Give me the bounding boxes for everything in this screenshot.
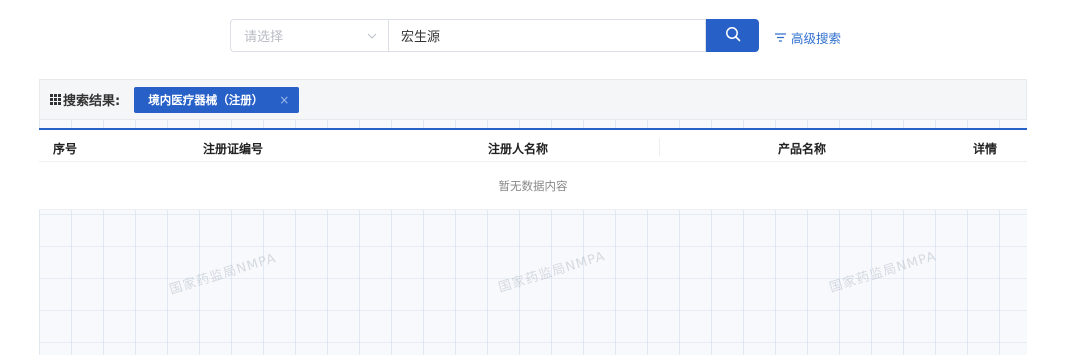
- results-table: 序号 注册证编号 注册人名称 产品名称 详情 暂无数据内容: [39, 128, 1027, 210]
- column-header-registrant: 注册人名称: [488, 142, 549, 156]
- page: 国家药监局NMPA 国家药监局NMPA 国家药监局NMPA 请选择 高级搜索 搜…: [0, 0, 1080, 355]
- search-icon: [725, 26, 741, 45]
- grid-icon: [50, 94, 61, 105]
- column-divider: [659, 138, 660, 156]
- watermark-1: 国家药监局NMPA: [167, 251, 279, 298]
- result-label: 搜索结果:: [63, 94, 121, 109]
- column-header-detail: 详情: [973, 142, 998, 156]
- chevron-down-icon: [366, 30, 378, 42]
- filter-tag-label: 境内医疗器械（注册）: [148, 92, 264, 107]
- watermark-2: 国家药监局NMPA: [496, 249, 608, 296]
- table-header: 序号 注册证编号 注册人名称 产品名称 详情: [39, 128, 1027, 162]
- watermark-3: 国家药监局NMPA: [827, 249, 939, 296]
- advanced-search-label: 高级搜索: [791, 31, 842, 46]
- category-select-placeholder: 请选择: [244, 30, 284, 45]
- filter-tag[interactable]: 境内医疗器械（注册） ×: [134, 86, 300, 113]
- column-header-cert-number: 注册证编号: [203, 142, 264, 156]
- column-header-index: 序号: [53, 142, 78, 156]
- empty-text: 暂无数据内容: [498, 178, 568, 193]
- search-button[interactable]: [706, 19, 759, 52]
- empty-state: 暂无数据内容: [39, 162, 1027, 210]
- category-select[interactable]: 请选择: [230, 19, 388, 52]
- search-bar: 请选择: [230, 19, 759, 52]
- search-input[interactable]: [388, 19, 706, 52]
- result-bar: 搜索结果: 境内医疗器械（注册） ×: [39, 79, 1027, 120]
- advanced-search-link[interactable]: 高级搜索: [775, 28, 841, 47]
- column-header-product-name: 产品名称: [778, 142, 827, 156]
- close-icon[interactable]: ×: [279, 93, 289, 107]
- filter-icon: [775, 32, 786, 43]
